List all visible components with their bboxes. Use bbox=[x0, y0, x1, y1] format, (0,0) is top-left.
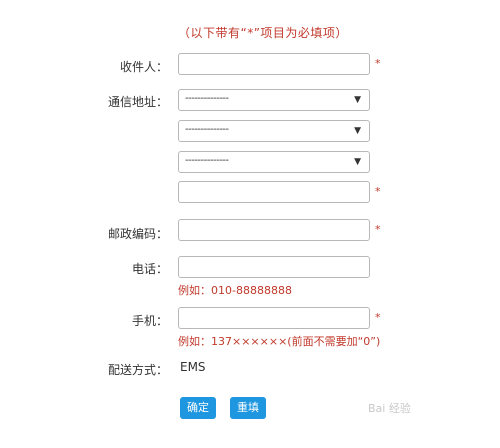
delivery-label: 配送方式： bbox=[108, 363, 169, 377]
mobile-input[interactable] bbox=[178, 307, 370, 329]
required-mark: * bbox=[375, 57, 381, 70]
province-select[interactable]: -------------- ▼ bbox=[178, 89, 370, 111]
district-select-value: -------------- bbox=[185, 155, 229, 166]
confirm-button[interactable]: 确定 bbox=[180, 397, 216, 419]
city-select-value: -------------- bbox=[185, 124, 229, 135]
required-mark: * bbox=[375, 223, 381, 236]
address-detail-input[interactable] bbox=[178, 181, 370, 203]
mobile-label: 手机： bbox=[131, 314, 168, 328]
required-notice: （以下带有“*”项目为必填项） bbox=[178, 26, 348, 40]
chevron-down-icon: ▼ bbox=[354, 157, 361, 167]
chevron-down-icon: ▼ bbox=[354, 126, 361, 136]
address-label: 通信地址： bbox=[108, 95, 169, 109]
recipient-input[interactable] bbox=[178, 53, 370, 75]
city-select[interactable]: -------------- ▼ bbox=[178, 120, 370, 142]
district-select[interactable]: -------------- ▼ bbox=[178, 151, 370, 173]
province-select-value: -------------- bbox=[185, 93, 229, 104]
postcode-input[interactable] bbox=[178, 219, 370, 241]
delivery-value: EMS bbox=[180, 360, 206, 374]
phone-input[interactable] bbox=[178, 256, 370, 278]
required-mark: * bbox=[375, 311, 381, 324]
mobile-hint: 例如：137××××××(前面不需要加“0”) bbox=[178, 335, 381, 348]
phone-label: 电话： bbox=[131, 262, 168, 276]
required-mark: * bbox=[375, 185, 381, 198]
phone-hint: 例如：010-88888888 bbox=[178, 284, 292, 297]
reset-button[interactable]: 重填 bbox=[230, 397, 266, 419]
watermark: Bai 经验 bbox=[368, 402, 411, 415]
chevron-down-icon: ▼ bbox=[354, 95, 361, 105]
postcode-label: 邮政编码： bbox=[108, 227, 169, 241]
recipient-label: 收件人： bbox=[119, 60, 168, 74]
